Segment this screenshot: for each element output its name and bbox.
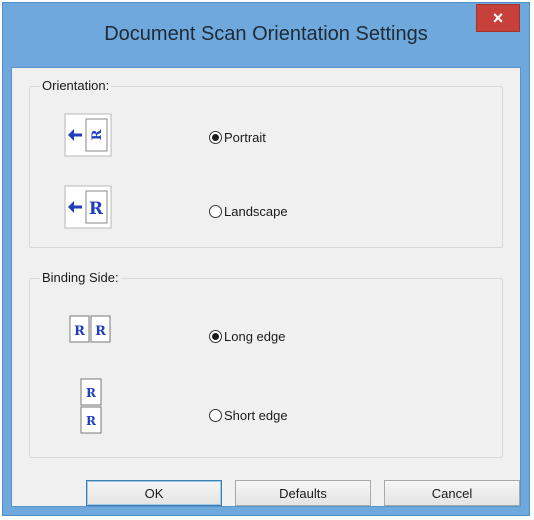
portrait-feed-icon: R (64, 113, 112, 157)
dialog-window: Document Scan Orientation Settings × Ori… (2, 2, 530, 516)
orientation-label: Orientation: (40, 78, 112, 93)
ok-button[interactable]: OK (86, 480, 222, 506)
portrait-label: Portrait (224, 130, 266, 145)
short-edge-option[interactable]: Short edge (209, 408, 288, 423)
long-edge-label: Long edge (224, 329, 286, 344)
defaults-button[interactable]: Defaults (235, 480, 371, 506)
short-edge-label: Short edge (224, 408, 288, 423)
short-edge-radio[interactable] (209, 409, 222, 422)
long-edge-option[interactable]: Long edge (209, 329, 285, 344)
dialog-title: Document Scan Orientation Settings (104, 23, 428, 45)
landscape-option[interactable]: Landscape (209, 204, 288, 219)
landscape-radio[interactable] (209, 205, 222, 218)
close-button[interactable]: × (476, 4, 520, 32)
binding-side-group: Binding Side: R R Long edge R R Short ed… (29, 270, 503, 458)
svg-text:R: R (74, 324, 85, 339)
portrait-radio[interactable] (209, 131, 222, 144)
landscape-feed-icon: R (64, 185, 112, 229)
svg-text:R: R (89, 199, 104, 219)
svg-text:R: R (86, 386, 97, 400)
short-edge-binding-icon: R R (78, 377, 104, 435)
title-bar[interactable]: Document Scan Orientation Settings × (3, 3, 529, 67)
long-edge-radio[interactable] (209, 330, 222, 343)
svg-text:R: R (86, 414, 97, 428)
close-icon: × (492, 7, 504, 28)
dialog-client-area: Orientation: R Portrait R Landscape Bind… (11, 67, 521, 507)
portrait-option[interactable]: Portrait (209, 130, 266, 145)
landscape-label: Landscape (224, 204, 288, 219)
svg-text:R: R (90, 129, 105, 140)
cancel-button[interactable]: Cancel (384, 480, 520, 506)
svg-text:R: R (95, 324, 106, 339)
orientation-group: Orientation: R Portrait R Landscape (29, 78, 503, 248)
long-edge-binding-icon: R R (68, 313, 112, 345)
binding-side-label: Binding Side: (40, 270, 121, 285)
